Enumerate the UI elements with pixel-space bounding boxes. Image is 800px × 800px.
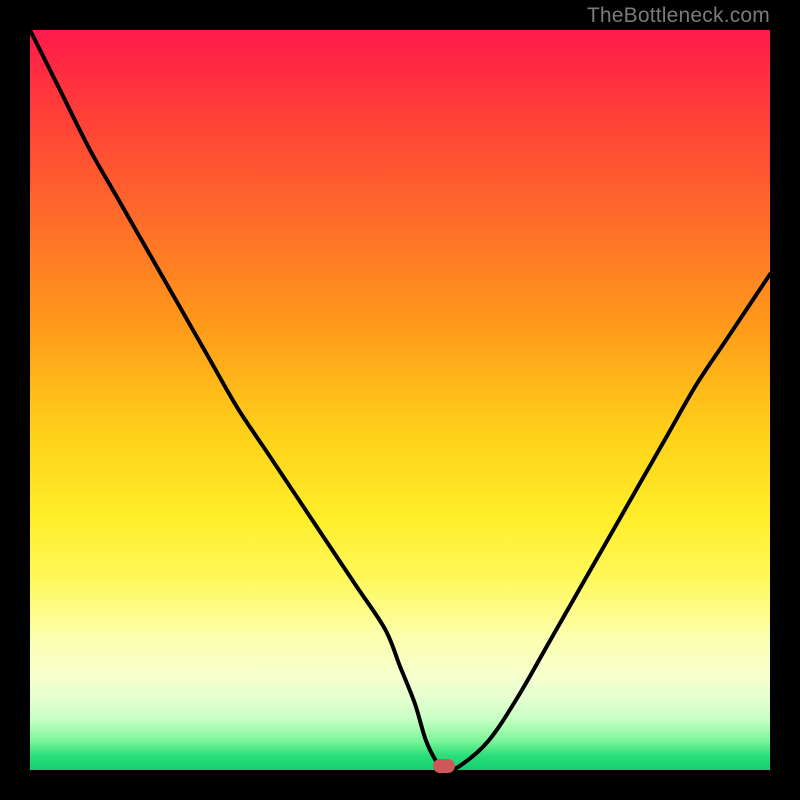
optimal-point-marker (433, 759, 455, 773)
bottleneck-curve (30, 30, 770, 770)
watermark-text: TheBottleneck.com (587, 4, 770, 28)
plot-area (30, 30, 770, 770)
chart-frame: TheBottleneck.com (0, 0, 800, 800)
